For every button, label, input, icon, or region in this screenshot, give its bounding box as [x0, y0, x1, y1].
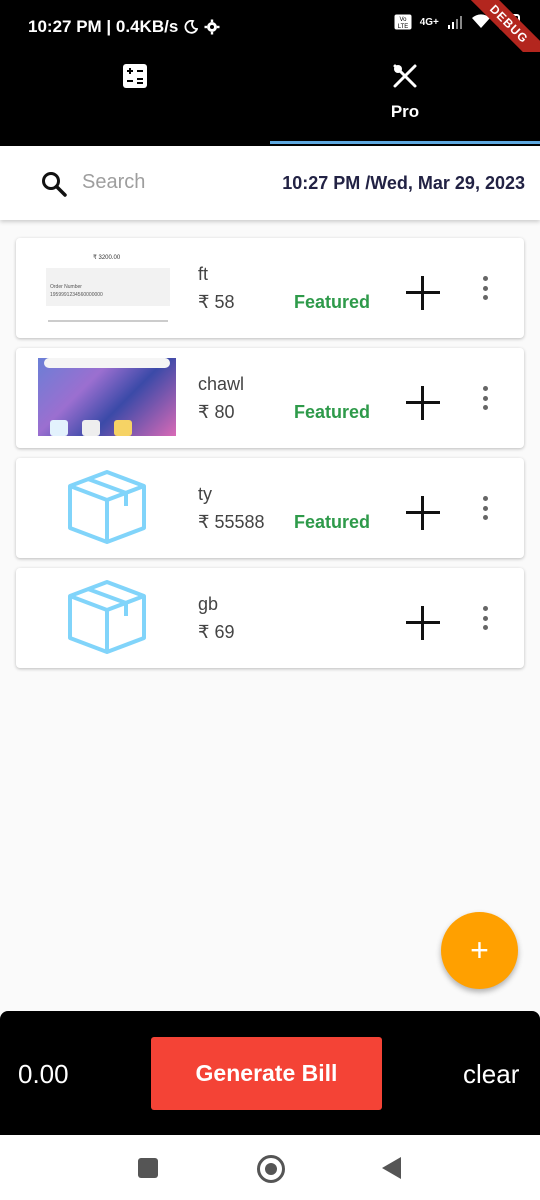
tab-pro-label: Pro [390, 102, 420, 121]
calculator-icon [122, 62, 148, 90]
add-to-bill-button[interactable] [406, 606, 440, 640]
recent-apps-button[interactable] [138, 1158, 158, 1178]
product-thumbnail: ₹ 3200.00 Order Number 19599912345600000… [38, 248, 176, 326]
featured-label: Featured [294, 292, 371, 312]
status-time-speed: 10:27 PM | 0.4KB/s [28, 17, 179, 36]
search-input[interactable] [80, 166, 234, 198]
home-button[interactable] [257, 1155, 285, 1183]
product-card[interactable]: chawl ₹ 80 Featured [16, 348, 524, 448]
signal-icon [447, 16, 462, 29]
add-to-bill-button[interactable] [406, 276, 440, 310]
more-options-button[interactable] [480, 276, 490, 300]
box-icon [68, 470, 146, 544]
bill-total: 0.00 [18, 1059, 69, 1089]
receipt-line2: 1959991234560000000 [50, 292, 103, 298]
clear-button[interactable]: clear [463, 1059, 519, 1090]
gear-icon [204, 19, 220, 35]
tab-pro[interactable]: Pro [270, 52, 540, 146]
add-product-fab[interactable]: + [441, 912, 518, 989]
product-thumbnail [38, 358, 176, 436]
tab-indicator [270, 141, 540, 144]
featured-label: Featured [294, 402, 371, 422]
product-name: chawl [198, 374, 245, 394]
thumb-app-icon [50, 420, 68, 436]
product-name: ty [198, 484, 213, 504]
generate-bill-button[interactable]: Generate Bill [151, 1037, 382, 1110]
tab-bar: Pro [0, 52, 540, 146]
product-card[interactable]: gb ₹ 69 [16, 568, 524, 668]
moon-icon [184, 20, 199, 34]
current-datetime: 10:27 PM /Wed, Mar 29, 2023 [282, 173, 525, 193]
product-thumbnail [38, 578, 176, 656]
product-name: gb [198, 594, 219, 614]
back-button[interactable] [382, 1157, 401, 1179]
thumb-app-icon [82, 420, 100, 436]
product-price: ₹ 80 [198, 402, 235, 422]
more-options-button[interactable] [480, 606, 490, 630]
search-icon[interactable] [40, 170, 68, 198]
product-name: ft [198, 264, 209, 284]
fork-knife-icon [391, 62, 419, 90]
svg-text:LTE: LTE [397, 24, 408, 30]
thumb-app-icon [114, 420, 132, 436]
search-bar: 10:27 PM /Wed, Mar 29, 2023 [0, 146, 540, 220]
status-left: 10:27 PM | 0.4KB/s [28, 17, 220, 37]
featured-label: Featured [294, 512, 371, 532]
add-to-bill-button[interactable] [406, 496, 440, 530]
more-options-button[interactable] [480, 496, 490, 520]
more-options-button[interactable] [480, 386, 490, 410]
product-price: ₹ 69 [198, 622, 235, 642]
product-price: ₹ 58 [198, 292, 235, 312]
product-card[interactable]: ty ₹ 55588 Featured [16, 458, 524, 558]
bill-bar: 0.00 Generate Bill clear [0, 1011, 540, 1135]
add-to-bill-button[interactable] [406, 386, 440, 420]
product-thumbnail [38, 468, 176, 546]
volte-icon: VoLTE [394, 14, 412, 30]
tab-calculator[interactable] [0, 52, 270, 146]
receipt-line1: Order Number [50, 284, 82, 290]
receipt-box: Order Number 1959991234560000000 [46, 268, 170, 306]
receipt-footer-line [48, 320, 168, 322]
network-type: 4G+ [419, 16, 439, 28]
thumb-search-bar [44, 358, 170, 368]
product-price: ₹ 55588 [198, 512, 265, 532]
status-bar: 10:27 PM | 0.4KB/s VoLTE 4G+ 28 DEBUG [0, 0, 540, 78]
product-card[interactable]: ₹ 3200.00 Order Number 19599912345600000… [16, 238, 524, 338]
system-nav-bar [0, 1135, 540, 1200]
product-list: ₹ 3200.00 Order Number 19599912345600000… [16, 238, 524, 678]
box-icon [68, 580, 146, 654]
receipt-amount: ₹ 3200.00 [93, 255, 121, 261]
svg-text:Vo: Vo [399, 17, 407, 23]
